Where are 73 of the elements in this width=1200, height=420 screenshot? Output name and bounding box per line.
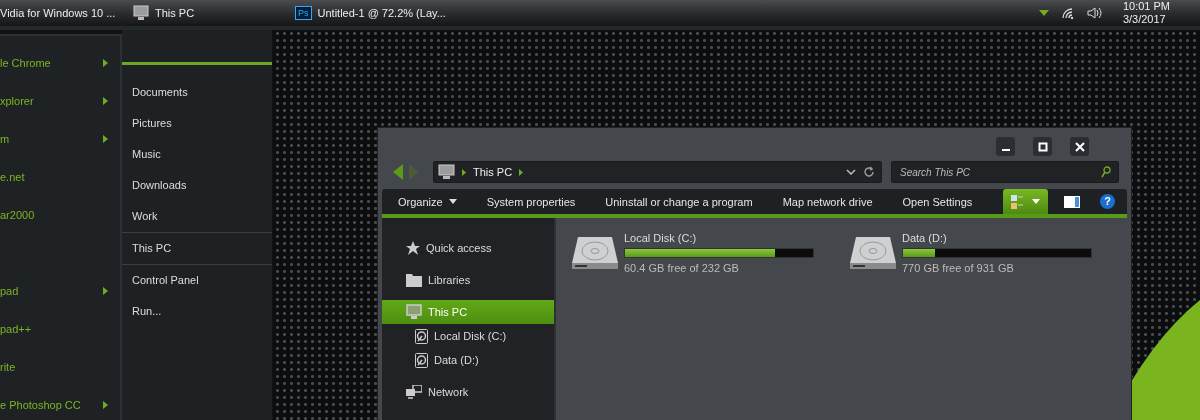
- network-icon: [406, 385, 422, 399]
- folder-icon: [406, 273, 422, 287]
- breadcrumb-item[interactable]: This PC: [473, 166, 513, 178]
- nav-item[interactable]: Local Disk (C:): [382, 324, 554, 348]
- command-button[interactable]: Map network drive: [766, 195, 887, 208]
- search-icon: [1101, 166, 1111, 178]
- preview-pane-icon[interactable]: [1064, 195, 1080, 208]
- help-button[interactable]: ?: [1100, 194, 1115, 209]
- disk-icon: [415, 328, 428, 344]
- breadcrumb-arrow-icon: [462, 168, 466, 176]
- command-button[interactable]: Open Settings: [886, 195, 987, 208]
- submenu-arrow-icon: [103, 287, 108, 295]
- command-button[interactable]: System properties: [470, 195, 590, 208]
- search-field[interactable]: Search This PC: [891, 161, 1119, 183]
- minimize-button[interactable]: [996, 137, 1015, 156]
- submenu-arrow-icon: [103, 135, 108, 143]
- maximize-button[interactable]: [1033, 137, 1052, 156]
- place-item[interactable]: Documents: [122, 77, 272, 108]
- monitor-icon: [406, 304, 422, 320]
- hard-drive-icon: [572, 235, 618, 271]
- caret-icon: [448, 199, 457, 204]
- refresh-icon[interactable]: [863, 166, 875, 178]
- view-options-button[interactable]: [1003, 189, 1048, 214]
- program-item[interactable]: pad++: [0, 320, 120, 338]
- wifi-icon[interactable]: [1060, 7, 1075, 19]
- monitor-icon: [133, 5, 149, 21]
- taskbar-button[interactable]: Vidia for Windows 10 ...: [0, 5, 133, 21]
- nav-item[interactable]: Data (D:): [382, 348, 554, 372]
- view-icon: [1011, 193, 1023, 210]
- clock[interactable]: 10:01 PM 3/3/2017: [1122, 0, 1170, 26]
- program-item[interactable]: rite: [0, 358, 120, 376]
- place-item[interactable]: Run...: [122, 296, 272, 327]
- close-icon: [1074, 141, 1085, 152]
- place-item[interactable]: Work: [122, 201, 272, 232]
- place-item[interactable]: This PC: [122, 232, 272, 264]
- photoshop-icon: Ps: [295, 6, 312, 20]
- program-item[interactable]: e Photoshop CC: [0, 396, 120, 414]
- monitor-icon: [438, 164, 455, 180]
- place-item[interactable]: Downloads: [122, 170, 272, 201]
- breadcrumb-arrow-icon: [519, 168, 524, 176]
- program-item[interactable]: e.net: [0, 168, 120, 186]
- caret-icon[interactable]: [1038, 10, 1049, 16]
- minimize-icon: [1001, 148, 1010, 151]
- close-button[interactable]: [1070, 137, 1089, 156]
- drive-tile[interactable]: Data (D:) 770 GB free of 931 GB: [850, 232, 1092, 274]
- submenu-arrow-icon: [103, 59, 108, 67]
- nav-item[interactable]: Quick access: [382, 236, 554, 260]
- taskbar-button[interactable]: This PC: [133, 5, 295, 21]
- maximize-icon: [1037, 141, 1048, 152]
- caret-icon: [1032, 199, 1040, 204]
- speaker-icon[interactable]: [1086, 6, 1103, 20]
- place-item[interactable]: Control Panel: [122, 264, 272, 296]
- command-button[interactable]: Organize: [382, 195, 471, 208]
- program-item[interactable]: m: [0, 130, 120, 148]
- program-item[interactable]: pad: [0, 282, 120, 300]
- program-item[interactable]: le Chrome: [0, 54, 120, 72]
- nav-item[interactable]: Network: [382, 380, 554, 404]
- place-item[interactable]: Pictures: [122, 108, 272, 139]
- submenu-arrow-icon: [103, 401, 108, 409]
- back-arrow-icon[interactable]: [393, 164, 403, 180]
- command-button[interactable]: Uninstall or change a program: [589, 195, 767, 208]
- hard-drive-icon: [850, 235, 896, 271]
- drive-tile[interactable]: Local Disk (C:) 60.4 GB free of 232 GB: [572, 232, 814, 274]
- submenu-arrow-icon: [103, 97, 108, 105]
- chevron-down-icon[interactable]: [846, 169, 856, 175]
- taskbar-button[interactable]: Ps Untitled-1 @ 72.2% (Lay...: [295, 5, 446, 21]
- program-item[interactable]: ar2000: [0, 206, 120, 224]
- program-item[interactable]: xplorer: [0, 92, 120, 110]
- address-bar[interactable]: This PC: [433, 161, 882, 183]
- star-icon: [406, 241, 420, 255]
- nav-item[interactable]: Libraries: [382, 268, 554, 292]
- disk-icon: [415, 352, 428, 368]
- place-item[interactable]: Music: [122, 139, 272, 170]
